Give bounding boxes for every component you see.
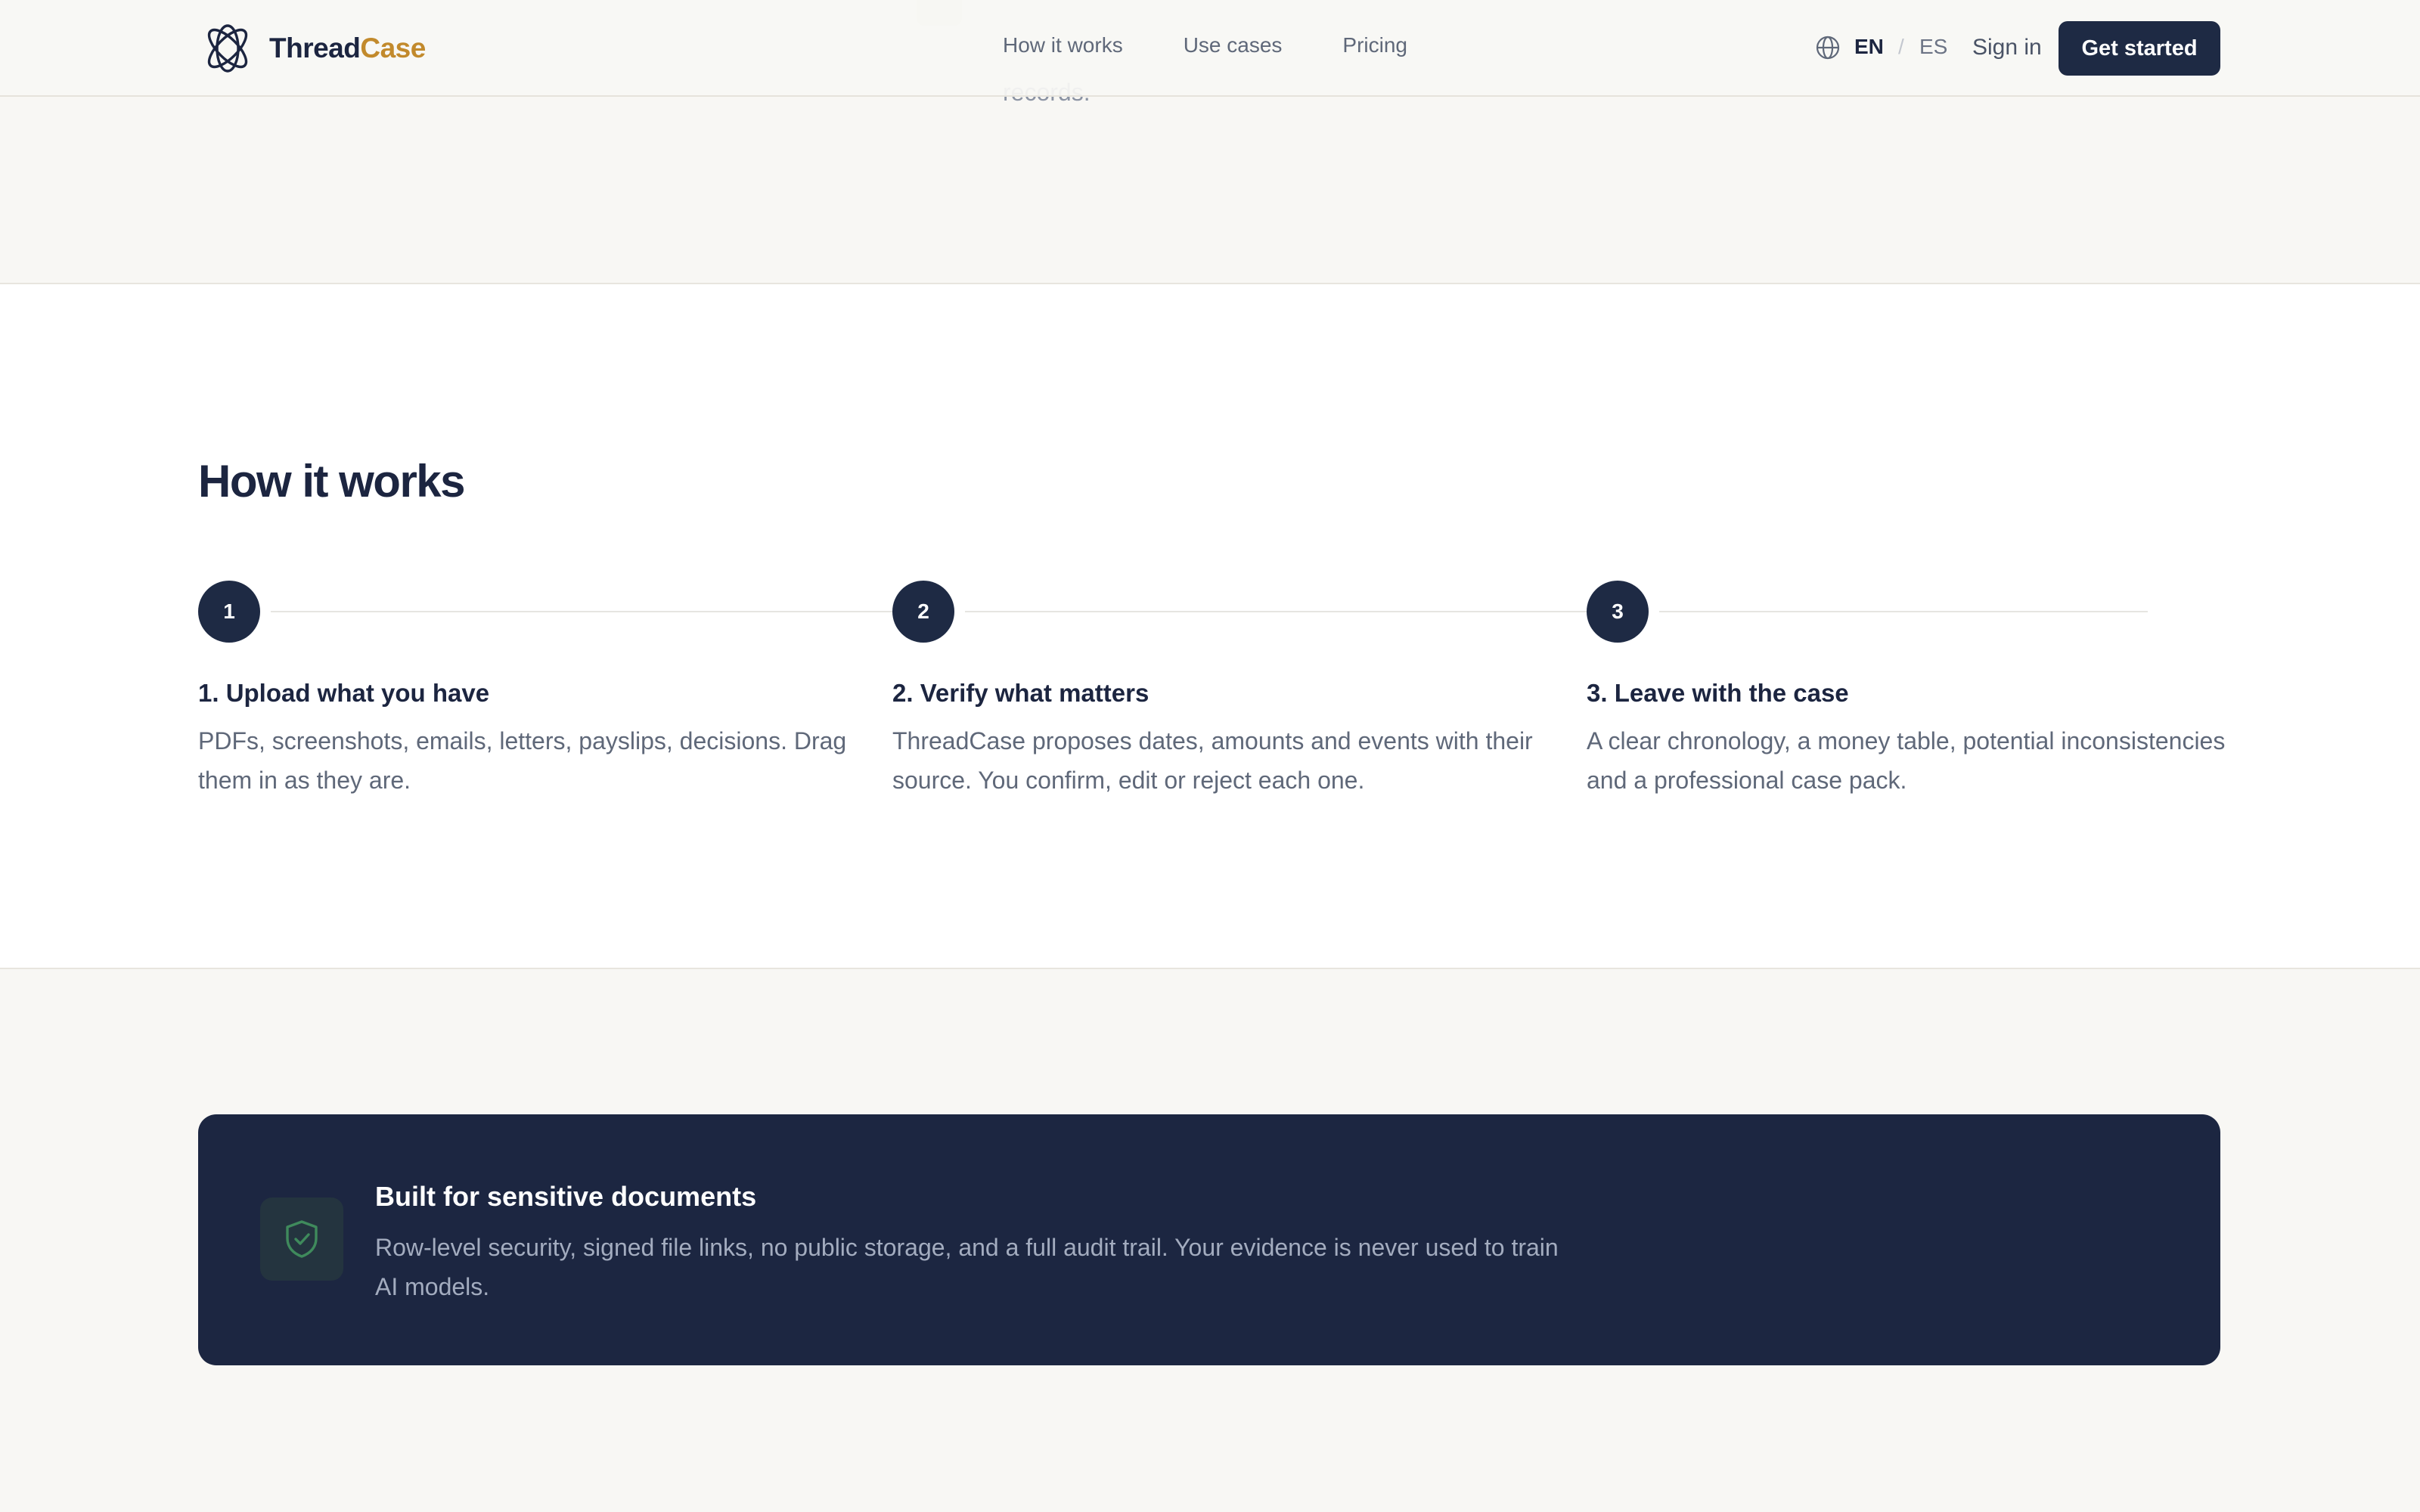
step-connector-line: [1659, 611, 2148, 612]
logo-link[interactable]: ThreadCase: [198, 23, 426, 74]
how-it-works-section: How it works 1 1. Upload what you have P…: [0, 283, 2420, 969]
banner-description: Row-level security, signed file links, n…: [375, 1234, 1559, 1300]
shield-check-icon: [286, 1220, 318, 1258]
step-description: PDFs, screenshots, emails, letters, pays…: [198, 727, 847, 794]
step-description: ThreadCase proposes dates, amounts and e…: [892, 727, 1533, 794]
get-started-button[interactable]: Get started: [2059, 21, 2220, 76]
section-title: How it works: [198, 456, 466, 507]
nav-use-cases[interactable]: Use cases: [1184, 33, 1283, 57]
step-title: 3. Leave with the case: [1587, 679, 1849, 707]
sign-in-link[interactable]: Sign in: [1972, 35, 2042, 60]
step-connector-line: [271, 611, 895, 612]
site-header: ThreadCase How it works Use cases Pricin…: [0, 0, 2420, 97]
step-connector-line: [965, 611, 1590, 612]
banner-icon-container: [260, 1198, 343, 1281]
step-number-badge: 3: [1587, 581, 1649, 643]
step-number-badge: 2: [892, 581, 954, 643]
logo-wordmark: ThreadCase: [269, 33, 426, 64]
nav-how-it-works[interactable]: How it works: [1003, 33, 1123, 57]
globe-icon: [1816, 36, 1840, 60]
language-en[interactable]: EN: [1854, 35, 1884, 59]
language-es[interactable]: ES: [1919, 35, 1947, 59]
step-number-badge: 1: [198, 581, 260, 643]
nav-pricing[interactable]: Pricing: [1342, 33, 1407, 57]
banner-title: Built for sensitive documents: [375, 1181, 757, 1212]
step-description: A clear chronology, a money table, poten…: [1587, 727, 2226, 794]
language-separator: /: [1898, 35, 1904, 58]
step-title: 2. Verify what matters: [892, 679, 1150, 707]
security-banner: Built for sensitive documents Row-level …: [198, 1114, 2220, 1365]
step-title: 1. Upload what you have: [198, 679, 490, 707]
threadcase-logo-icon: [207, 24, 248, 73]
main-nav: How it works Use cases Pricing: [1003, 33, 1407, 57]
